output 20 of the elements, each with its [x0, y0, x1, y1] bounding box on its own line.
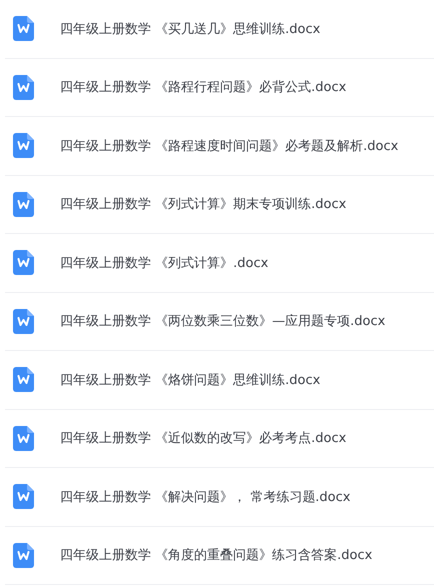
file-name[interactable]: 四年级上册数学 《列式计算》.docx — [60, 254, 268, 272]
word-document-icon — [13, 133, 34, 158]
word-document-icon — [13, 484, 34, 510]
file-name[interactable]: 四年级上册数学 《路程行程问题》必背公式.docx — [60, 78, 346, 96]
word-document-icon — [13, 426, 34, 451]
file-name[interactable]: 四年级上册数学 《买几送几》思维训练.docx — [60, 20, 320, 38]
file-name[interactable]: 四年级上册数学 《两位数乘三位数》—应用题专项.docx — [60, 312, 386, 330]
word-document-icon — [13, 74, 34, 100]
word-document-icon — [13, 308, 34, 334]
word-document-icon — [13, 542, 34, 568]
file-name[interactable]: 四年级上册数学 《列式计算》期末专项训练.docx — [60, 195, 346, 214]
file-name[interactable]: 四年级上册数学 《解决问题》， 常考练习题.docx — [60, 488, 350, 506]
word-document-icon — [13, 16, 34, 42]
word-document-icon — [13, 192, 34, 217]
file-name[interactable]: 四年级上册数学 《角度的重叠问题》练习含答案.docx — [60, 546, 372, 564]
file-name[interactable]: 四年级上册数学 《近似数的改写》必考考点.docx — [60, 429, 346, 448]
word-document-icon — [13, 250, 34, 276]
file-name[interactable]: 四年级上册数学 《烙饼问题》思维训练.docx — [60, 370, 320, 389]
word-document-icon — [13, 367, 34, 392]
file-name[interactable]: 四年级上册数学 《路程速度时间问题》必考题及解析.docx — [60, 136, 398, 155]
